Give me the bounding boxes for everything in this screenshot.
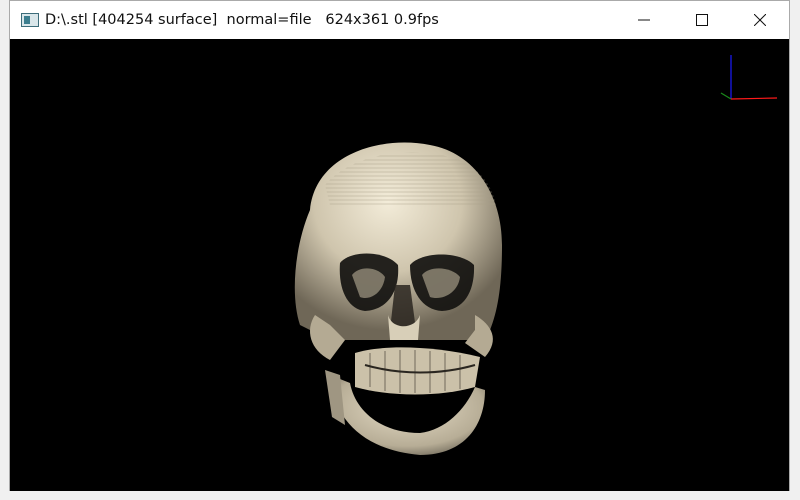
app-icon [21,13,39,27]
axis-z-line [720,92,732,100]
axis-gizmo [720,55,778,100]
window-title: D:\.stl [404254 surface] normal=file 624… [45,12,439,28]
left-ramus [325,370,345,425]
title-bar[interactable]: D:\.stl [404254 surface] normal=file 624… [10,1,789,39]
minimize-icon [638,19,650,21]
window-controls [615,1,789,39]
minimize-button[interactable] [615,1,673,39]
maximize-button[interactable] [673,1,731,39]
maximize-icon [696,14,708,26]
axis-x-line [730,97,778,100]
teeth-row [355,347,480,395]
3d-viewport[interactable] [10,39,789,491]
skull-surface-render [294,142,502,455]
close-icon [754,14,766,26]
close-button[interactable] [731,1,789,39]
app-window: D:\.stl [404254 surface] normal=file 624… [9,0,790,491]
